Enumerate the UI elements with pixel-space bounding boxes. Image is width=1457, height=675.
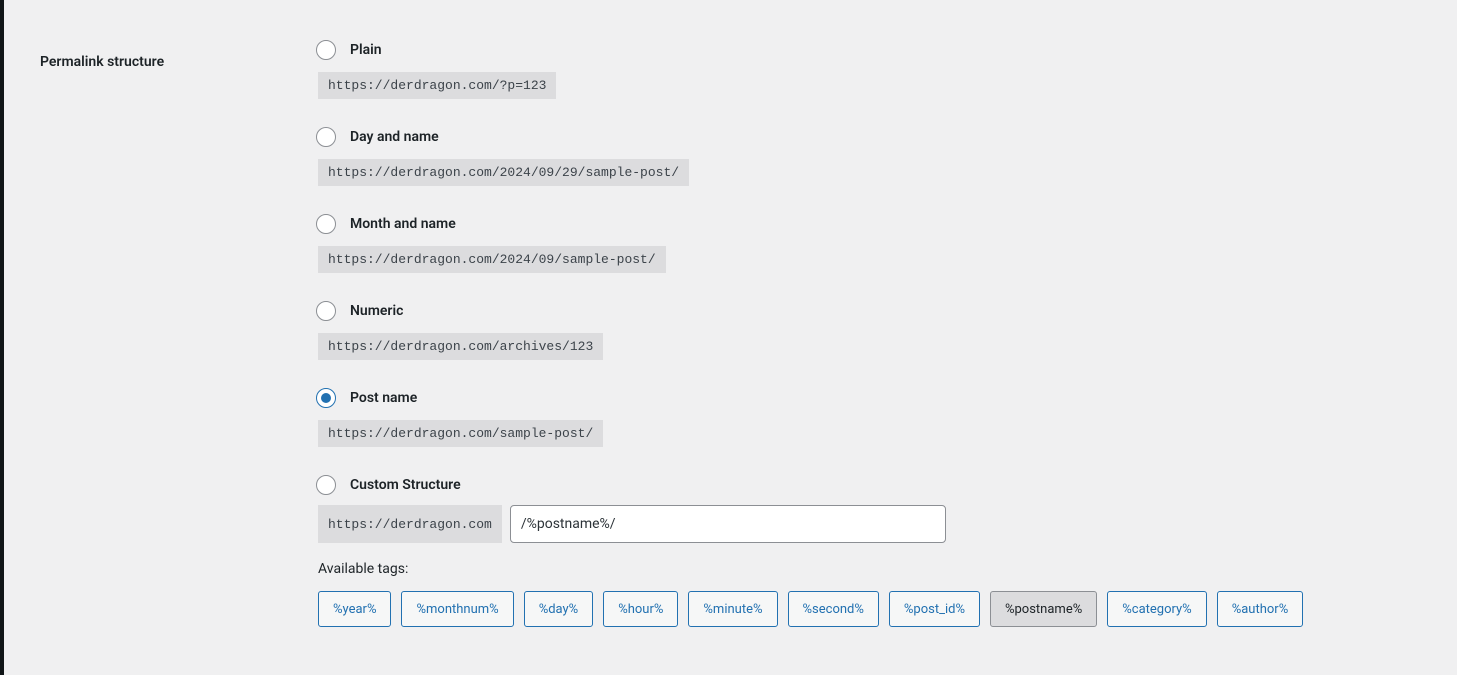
radio-plain[interactable] (316, 40, 336, 60)
option-post-name: Post name https://derdragon.com/sample-p… (316, 388, 1396, 447)
label-plain[interactable]: Plain (350, 42, 382, 58)
section-label: Permalink structure (40, 54, 164, 70)
tag-minute[interactable]: %minute% (688, 591, 777, 627)
label-column: Permalink structure (40, 40, 316, 70)
example-post-name: https://derdragon.com/sample-post/ (318, 420, 603, 447)
tag-second[interactable]: %second% (788, 591, 879, 627)
label-post-name[interactable]: Post name (350, 390, 417, 406)
tag-post-id[interactable]: %post_id% (889, 591, 980, 627)
radio-custom[interactable] (316, 475, 336, 495)
permalink-settings-panel: Permalink structure Plain https://derdra… (0, 0, 1457, 675)
form-row: Permalink structure Plain https://derdra… (40, 40, 1437, 655)
custom-structure-input[interactable] (510, 505, 946, 543)
option-month-name: Month and name https://derdragon.com/202… (316, 214, 1396, 273)
example-day-name: https://derdragon.com/2024/09/29/sample-… (318, 159, 689, 186)
label-day-name[interactable]: Day and name (350, 129, 439, 145)
tag-postname[interactable]: %postname% (990, 591, 1097, 627)
label-month-name[interactable]: Month and name (350, 216, 456, 232)
radio-day-name[interactable] (316, 127, 336, 147)
example-month-name: https://derdragon.com/2024/09/sample-pos… (318, 246, 666, 273)
example-plain: https://derdragon.com/?p=123 (318, 72, 556, 99)
option-day-name: Day and name https://derdragon.com/2024/… (316, 127, 1396, 186)
example-numeric: https://derdragon.com/archives/123 (318, 333, 603, 360)
option-plain: Plain https://derdragon.com/?p=123 (316, 40, 1396, 99)
tag-author[interactable]: %author% (1217, 591, 1304, 627)
label-numeric[interactable]: Numeric (350, 303, 403, 319)
available-tags-label: Available tags: (318, 561, 1396, 577)
available-tags-row: %year% %monthnum% %day% %hour% %minute% … (318, 591, 1396, 627)
tag-category[interactable]: %category% (1107, 591, 1206, 627)
custom-url-prefix: https://derdragon.com (318, 505, 502, 543)
option-custom: Custom Structure https://derdragon.com A… (316, 475, 1396, 627)
tag-monthnum[interactable]: %monthnum% (401, 591, 513, 627)
radio-month-name[interactable] (316, 214, 336, 234)
tag-hour[interactable]: %hour% (603, 591, 678, 627)
radio-numeric[interactable] (316, 301, 336, 321)
option-numeric: Numeric https://derdragon.com/archives/1… (316, 301, 1396, 360)
tag-day[interactable]: %day% (524, 591, 594, 627)
radio-post-name[interactable] (316, 388, 336, 408)
tag-year[interactable]: %year% (318, 591, 391, 627)
label-custom[interactable]: Custom Structure (350, 477, 461, 493)
field-column: Plain https://derdragon.com/?p=123 Day a… (316, 40, 1396, 655)
